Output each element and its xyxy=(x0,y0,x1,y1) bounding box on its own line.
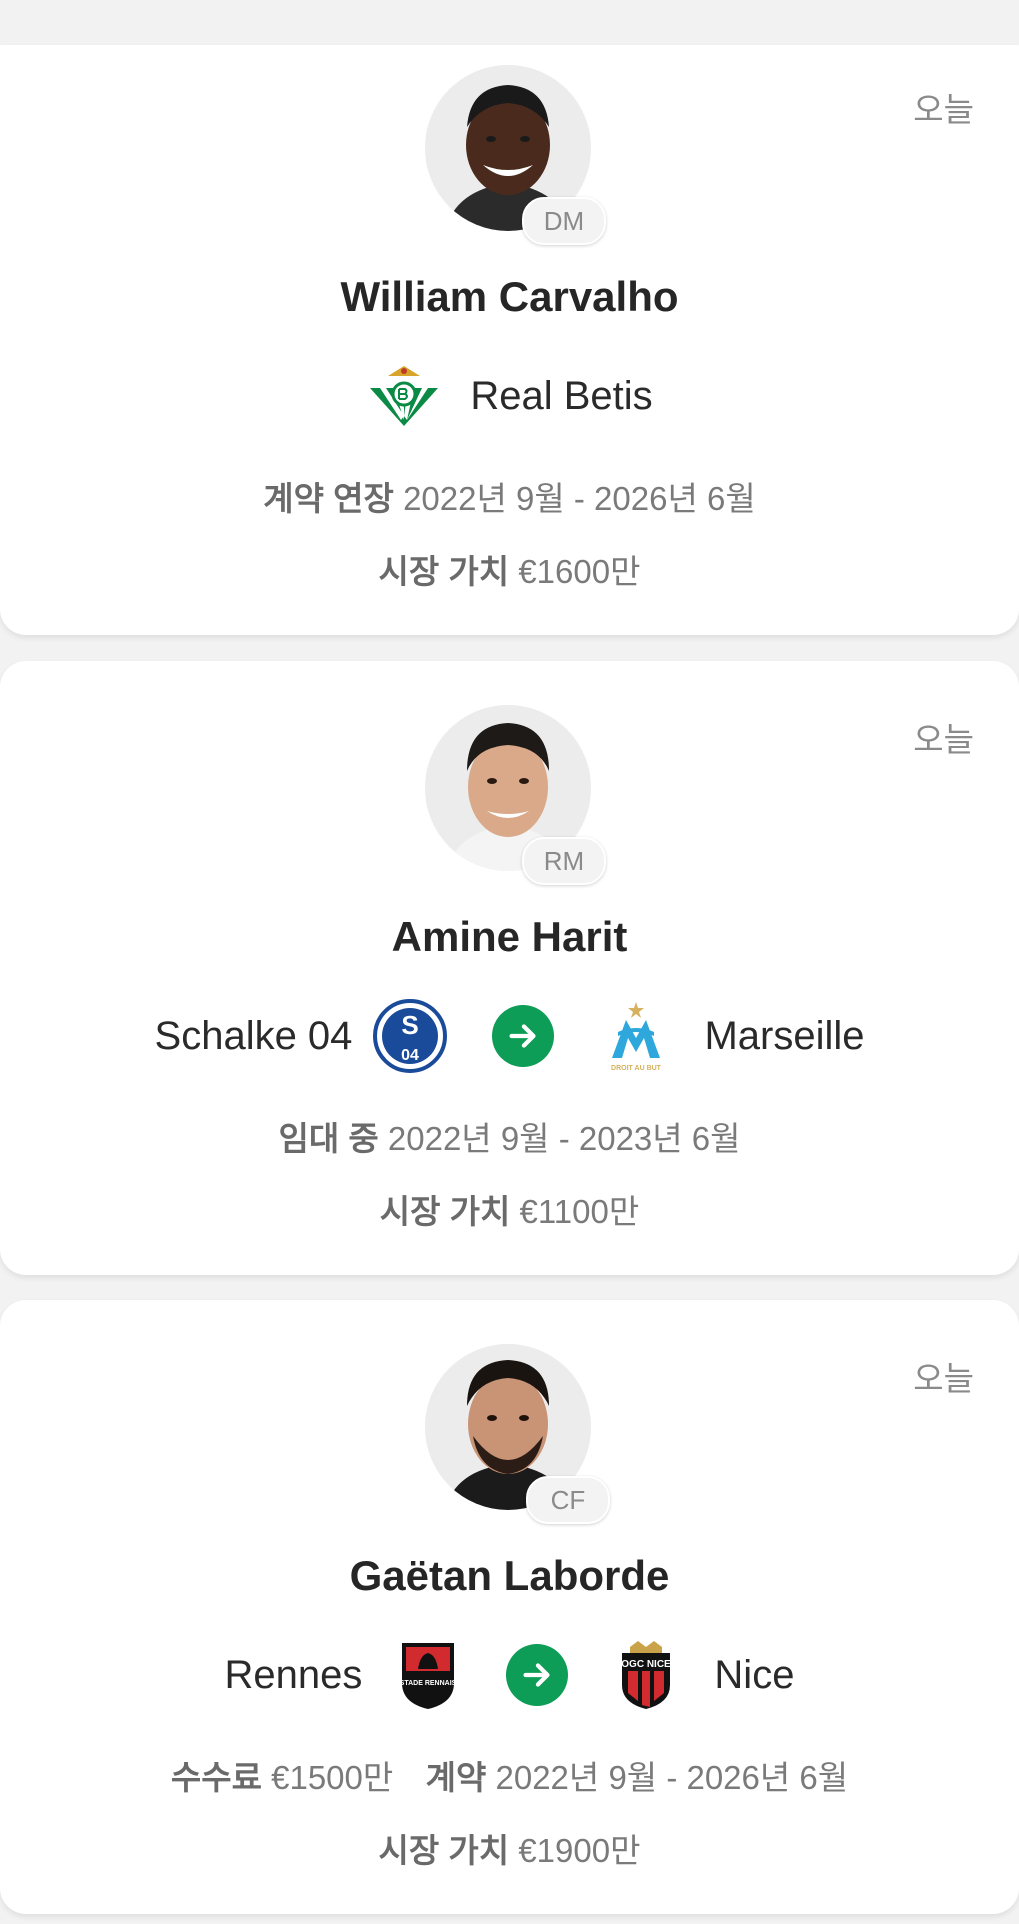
contract-label: 계약 xyxy=(425,1759,487,1796)
transfer-card[interactable]: 오늘 DM William Carvalho Real Betis 계약 연장 … xyxy=(0,45,1019,635)
market-value-label: 시장 가치 xyxy=(379,1193,511,1230)
player-name[interactable]: Gaëtan Laborde xyxy=(0,1552,1019,1600)
transfer-card[interactable]: 오늘 CF Gaëtan Laborde Rennes STADE RENNAI… xyxy=(0,1300,1019,1914)
club-row: Real Betis xyxy=(0,356,1019,436)
fee-value: €1500만 xyxy=(271,1759,394,1796)
rennes-crest-text: STADE RENNAIS xyxy=(400,1680,457,1687)
market-value-info: 시장 가치 €1900만 xyxy=(0,1824,1019,1872)
from-club-name[interactable]: Rennes xyxy=(225,1653,363,1698)
svg-text:S: S xyxy=(402,1010,419,1040)
player-name[interactable]: Amine Harit xyxy=(0,913,1019,961)
transfer-arrow-icon xyxy=(506,1644,569,1706)
nice-crest-icon: OGC NICE xyxy=(622,1641,672,1709)
position-badge: DM xyxy=(522,197,606,245)
to-club-name[interactable]: Nice xyxy=(714,1653,794,1698)
market-value-info: 시장 가치 €1100만 xyxy=(0,1185,1019,1233)
fee-contract-info: 수수료 €1500만 계약 2022년 9월 - 2026년 6월 xyxy=(0,1751,1019,1799)
date-label: 오늘 xyxy=(913,1360,974,1397)
to-club-name[interactable]: Marseille xyxy=(704,1014,864,1059)
contract-label: 계약 연장 xyxy=(263,480,394,517)
market-value: €1600만 xyxy=(518,553,641,590)
position-badge: CF xyxy=(526,1476,610,1524)
fee-label: 수수료 xyxy=(170,1759,262,1796)
loan-value: 2022년 9월 - 2023년 6월 xyxy=(387,1120,741,1157)
contract-value: 2022년 9월 - 2026년 6월 xyxy=(495,1759,849,1796)
loan-label: 임대 중 xyxy=(278,1120,379,1157)
rennes-crest-icon: STADE RENNAIS xyxy=(400,1643,457,1709)
date-label: 오늘 xyxy=(913,91,974,128)
market-value-label: 시장 가치 xyxy=(378,553,510,590)
contract-value: 2022년 9월 - 2026년 6월 xyxy=(403,480,756,517)
market-value: €1100만 xyxy=(519,1193,640,1230)
nice-crest-text: OGC NICE xyxy=(622,1659,672,1670)
schalke-crest-icon: S 04 xyxy=(373,999,448,1073)
contract-info: 계약 연장 2022년 9월 - 2026년 6월 xyxy=(0,472,1019,520)
transfer-row: Schalke 04 S 04 DROIT AU BUT Marseille xyxy=(0,996,1019,1076)
from-club-name[interactable]: Schalke 04 xyxy=(155,1014,353,1059)
real-betis-crest-icon xyxy=(370,366,439,426)
svg-text:04: 04 xyxy=(402,1047,420,1064)
transfer-row: Rennes STADE RENNAIS OGC NICE Nice xyxy=(0,1635,1019,1715)
market-value-label: 시장 가치 xyxy=(378,1832,510,1869)
transfer-arrow-icon xyxy=(492,1005,555,1067)
position-badge: RM xyxy=(522,837,606,885)
date-label: 오늘 xyxy=(913,721,974,758)
player-name[interactable]: William Carvalho xyxy=(0,273,1019,321)
club-name[interactable]: Real Betis xyxy=(470,374,652,419)
transfer-card[interactable]: 오늘 RM Amine Harit Schalke 04 S 04 DROIT … xyxy=(0,661,1019,1275)
market-value-info: 시장 가치 €1600만 xyxy=(0,545,1019,593)
market-value: €1900만 xyxy=(518,1832,641,1869)
marseille-motto: DROIT AU BUT xyxy=(611,1065,662,1072)
marseille-crest-icon: DROIT AU BUT xyxy=(611,1002,662,1072)
loan-info: 임대 중 2022년 9월 - 2023년 6월 xyxy=(0,1112,1019,1160)
